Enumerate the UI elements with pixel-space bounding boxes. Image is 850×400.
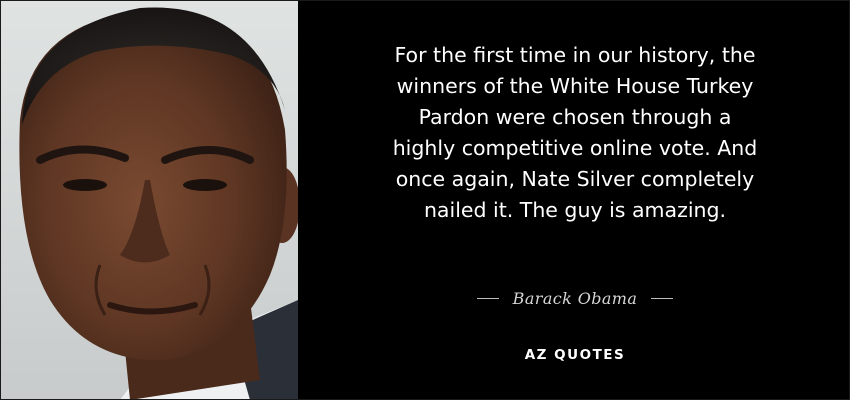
quote-panel: For the first time in our history, the w… xyxy=(300,0,850,400)
author-name: Barack Obama xyxy=(512,288,638,308)
quote-line: highly competitive online vote. And xyxy=(392,136,758,160)
quote-line: Pardon were chosen through a xyxy=(418,105,732,129)
portrait-photo xyxy=(0,0,298,400)
quote-text: For the first time in our history, the w… xyxy=(328,40,822,226)
quote-line: once again, Nate Silver completely xyxy=(395,167,755,191)
quote-line: nailed it. The guy is amazing. xyxy=(423,198,727,222)
quote-card: For the first time in our history, the w… xyxy=(0,0,850,400)
right-divider xyxy=(651,297,674,299)
quote-line: For the first time in our history, the xyxy=(394,43,756,67)
author-row: Barack Obama xyxy=(300,286,850,310)
quote-line: winners of the White House Turkey xyxy=(396,74,754,98)
left-divider xyxy=(476,297,499,299)
brand-logo: AZ QUOTES xyxy=(524,347,626,363)
